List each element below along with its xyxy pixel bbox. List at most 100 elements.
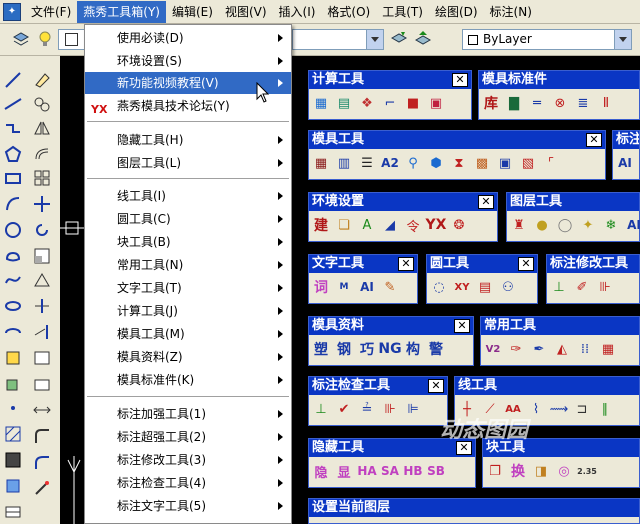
menu-item-dim-check[interactable]: 标注检查工具(4) <box>85 472 291 494</box>
dimchk-check-icon[interactable]: ✔ <box>334 399 354 419</box>
calc-weight-icon[interactable]: ❖ <box>357 93 377 113</box>
calculator-icon[interactable]: ▦ <box>311 93 331 113</box>
circle-dash-icon[interactable]: ◌ <box>429 277 449 297</box>
text-ai-button[interactable]: AI <box>357 277 377 297</box>
menu-draw[interactable]: 绘图(D) <box>429 1 484 23</box>
env-dim-icon[interactable]: ◢ <box>380 215 400 235</box>
stretch-icon[interactable] <box>32 270 52 290</box>
env-command-icon[interactable]: 令 <box>403 215 423 235</box>
menu-item-dim-modify[interactable]: 标注修改工具(3) <box>85 449 291 471</box>
common-array-icon[interactable]: ⁞⁞ <box>575 339 595 359</box>
dimmod-align-icon[interactable]: ⊪ <box>595 277 615 297</box>
close-icon[interactable]: ✕ <box>518 257 534 271</box>
move-icon[interactable] <box>32 194 52 214</box>
mold-insert-icon[interactable]: ▥ <box>334 153 354 173</box>
menu-file[interactable]: 文件(F) <box>25 1 77 23</box>
std-bolt-icon[interactable]: Ⅱ <box>596 93 616 113</box>
common-mirror-icon[interactable]: ◭ <box>552 339 572 359</box>
menu-item-env-settings[interactable]: 环境设置(S) <box>85 50 291 72</box>
mold-grid-icon[interactable]: ▦ <box>311 153 331 173</box>
menu-view[interactable]: 视图(V) <box>219 1 273 23</box>
trim-icon[interactable] <box>32 296 52 316</box>
mold-cup-icon[interactable]: ⧗ <box>449 153 469 173</box>
line-icon[interactable] <box>3 70 23 90</box>
circle-xy-icon[interactable]: XY <box>452 277 472 297</box>
hide-button[interactable]: 隐 <box>311 461 331 481</box>
block-scale-icon[interactable]: 2.35 <box>577 461 597 481</box>
mold-corner-icon[interactable]: ⌜ <box>541 153 561 173</box>
construction-line-icon[interactable] <box>3 94 23 114</box>
close-icon[interactable]: ✕ <box>428 379 444 393</box>
fillet-arc-icon[interactable] <box>32 452 52 472</box>
array-icon[interactable] <box>32 168 52 188</box>
menu-item-line-tools[interactable]: 线工具(I) <box>85 185 291 207</box>
std-pin-icon[interactable]: ═ <box>527 93 547 113</box>
dimchk-mark-icon[interactable]: ⊥ <box>311 399 331 419</box>
fillet-icon[interactable] <box>32 426 52 446</box>
chamfer-icon[interactable] <box>32 400 52 420</box>
layer-dropdown-tail[interactable] <box>292 29 384 50</box>
scale-icon[interactable] <box>32 246 52 266</box>
table-icon[interactable] <box>3 502 23 522</box>
env-yx-button[interactable]: YX <box>426 215 447 235</box>
data-steel-button[interactable]: 钢 <box>334 339 354 359</box>
dimmod-edit-icon[interactable]: ✐ <box>572 277 592 297</box>
text-multiline-icon[interactable]: M <box>334 277 354 297</box>
dimchk-fit-icon[interactable]: ⊪ <box>380 399 400 419</box>
data-plastic-button[interactable]: 塑 <box>311 339 331 359</box>
menu-item-text-tools[interactable]: 文字工具(T) <box>85 277 291 299</box>
menu-item-circle-tools[interactable]: 圆工具(C) <box>85 208 291 230</box>
close-icon[interactable]: ✕ <box>452 73 468 87</box>
join-icon[interactable] <box>32 374 52 394</box>
env-layers-icon[interactable]: ❏ <box>334 215 354 235</box>
hide-block-button[interactable]: HB <box>403 461 423 481</box>
common-pen-icon[interactable]: ✒ <box>529 339 549 359</box>
mold-list-icon[interactable]: ☰ <box>357 153 377 173</box>
menu-dimension[interactable]: 标注(N) <box>484 1 538 23</box>
gradient-icon[interactable] <box>3 450 23 470</box>
calc-length-icon[interactable]: ⌐ <box>380 93 400 113</box>
layer-off-icon[interactable]: ◯ <box>555 215 575 235</box>
revision-cloud-icon[interactable] <box>3 246 23 266</box>
menu-item-dim-super[interactable]: 标注超强工具(2) <box>85 426 291 448</box>
app-logo-icon[interactable]: ✦ <box>3 2 21 21</box>
common-grid-icon[interactable]: ▦ <box>598 339 618 359</box>
offset-icon[interactable] <box>32 144 52 164</box>
menu-yanxiu-toolbox[interactable]: 燕秀工具箱(Y) <box>77 0 166 23</box>
dimmod-shift-icon[interactable]: ⊥ <box>549 277 569 297</box>
menu-insert[interactable]: 插入(I) <box>273 1 322 23</box>
dimchk-tol-icon[interactable]: ≟ <box>357 399 377 419</box>
calc-area-icon[interactable]: ▤ <box>334 93 354 113</box>
circle-stack-icon[interactable]: ▤ <box>475 277 495 297</box>
menu-item-block-tools[interactable]: 块工具(B) <box>85 231 291 253</box>
layers-icon[interactable] <box>10 28 32 50</box>
rectangle-icon[interactable] <box>3 168 23 188</box>
arc-icon[interactable] <box>3 194 23 214</box>
ellipse-arc-icon[interactable] <box>3 322 23 342</box>
text-word-button[interactable]: 词 <box>311 277 331 297</box>
text-edit-icon[interactable]: ✎ <box>380 277 400 297</box>
break-icon[interactable] <box>32 348 52 368</box>
menu-item-mold-standard[interactable]: 模具标准件(K) <box>85 369 291 391</box>
hide-all-button[interactable]: HA <box>357 461 377 481</box>
common-v2-icon[interactable]: V2 <box>483 339 503 359</box>
data-tips-button[interactable]: 巧 <box>357 339 377 359</box>
color-combo[interactable]: ByLayer <box>462 29 632 50</box>
copy-object-icon[interactable] <box>32 94 52 114</box>
mirror-icon[interactable] <box>32 118 52 138</box>
layer-match-icon[interactable] <box>388 28 410 50</box>
line-bracket-icon[interactable]: ⊐ <box>572 399 592 419</box>
menu-item-dim-text[interactable]: 标注文字工具(5) <box>85 495 291 517</box>
layer-ai-icon[interactable]: AI <box>624 215 640 235</box>
spline-icon[interactable] <box>3 270 23 290</box>
layer-freeze-icon[interactable]: ❄ <box>601 215 621 235</box>
data-ng-button[interactable]: NG <box>378 339 401 359</box>
rotate-icon[interactable] <box>32 220 52 240</box>
mold-a2-icon[interactable]: A2 <box>380 153 400 173</box>
menu-item-hide-tools[interactable]: 隐藏工具(H) <box>85 129 291 151</box>
data-warning-button[interactable]: 警 <box>426 339 446 359</box>
chevron-down-icon[interactable] <box>614 30 631 49</box>
polyline-icon[interactable] <box>3 118 23 138</box>
mold-plate-icon[interactable]: ▩ <box>472 153 492 173</box>
std-screw-icon[interactable]: ⊗ <box>550 93 570 113</box>
